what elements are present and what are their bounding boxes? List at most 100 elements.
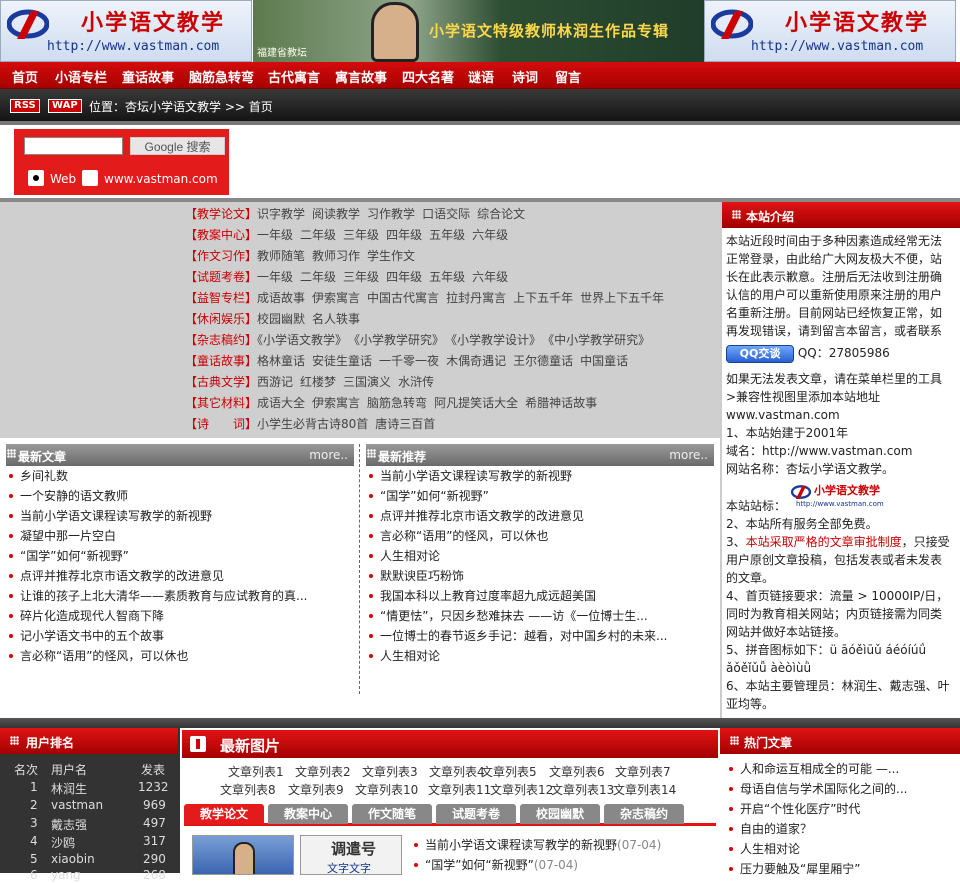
article-list-link[interactable]: 文章列表9 (288, 781, 344, 798)
category-link[interactable]: 中国古代寓言 (367, 291, 439, 305)
list-item[interactable]: 当前小学语文课程读写教学的新视野 (8, 507, 212, 527)
category-link[interactable]: 希腊神话故事 (525, 396, 597, 410)
list-item[interactable]: 乡间礼数 (8, 467, 68, 487)
table-row[interactable]: 3 戴志强 497 (0, 815, 178, 832)
category-link[interactable]: 四年级 (386, 270, 422, 284)
list-item[interactable]: 人生相对论 (368, 647, 440, 667)
category-link[interactable]: 阿凡提笑话大全 (434, 396, 518, 410)
category-link[interactable]: 教师习作 (312, 249, 360, 263)
table-row[interactable]: 1 林润生 1232 (0, 779, 178, 796)
article-list-link[interactable]: 文章列表3 (362, 763, 418, 780)
category-link[interactable]: 伊索寓言 (312, 291, 360, 305)
tab-magazine[interactable]: 杂志稿约 (604, 804, 684, 824)
list-item[interactable]: 母语自信与学术国际化之间的... (728, 780, 907, 800)
table-row[interactable]: 2 vastman 969 (0, 797, 178, 813)
nav-riddles[interactable]: 谜语 (468, 67, 494, 86)
nav-fairy-tales[interactable]: 童话故事 (122, 67, 174, 86)
category-link[interactable]: 脑筋急转弯 (367, 396, 427, 410)
table-row[interactable]: 4 沙鸥 317 (0, 833, 178, 850)
article-list-link[interactable]: 文章列表14 (613, 781, 676, 798)
category-key[interactable]: 【诗 词】 (185, 417, 257, 431)
article-list-link[interactable]: 文章列表8 (220, 781, 276, 798)
site-logo-left[interactable]: 小学语文教学 http://www.vastman.com (0, 0, 252, 62)
nav-riddles-quick[interactable]: 脑筋急转弯 (189, 67, 254, 86)
category-link[interactable]: 上下五千年 (513, 291, 573, 305)
article-list-link[interactable]: 文章列表12 (490, 781, 553, 798)
category-link[interactable]: 世界上下五千年 (580, 291, 664, 305)
category-link[interactable]: 安徒生童话 (312, 354, 372, 368)
category-link[interactable]: 口语交际 (422, 207, 470, 221)
category-link[interactable]: 四年级 (386, 228, 422, 242)
tab-campus-humor[interactable]: 校园幽默 (520, 804, 600, 824)
category-link[interactable]: 六年级 (472, 228, 508, 242)
category-link[interactable]: 一千零一夜 (379, 354, 439, 368)
list-item[interactable]: 言必称“语用”的怪风，可以休也 (368, 527, 548, 547)
list-item[interactable]: 凝望中那一片空白 (8, 527, 116, 547)
list-item[interactable]: 自由的道家？ (728, 820, 812, 840)
list-item[interactable]: 一位博士的春节返乡手记：越看，对中国乡村的未来... (368, 627, 667, 647)
category-key[interactable]: 【童话故事】 (185, 354, 257, 368)
google-search-button[interactable]: Google 搜索 (130, 137, 225, 155)
list-item[interactable]: 当前小学语文课程读写教学的新视野 (368, 467, 572, 487)
category-key[interactable]: 【杂志稿约】 (185, 333, 257, 347)
category-link[interactable]: 五年级 (429, 228, 465, 242)
nav-guestbook[interactable]: 留言 (555, 67, 581, 86)
nav-classics[interactable]: 四大名著 (402, 67, 454, 86)
article-list-link[interactable]: 文章列表4 (429, 763, 485, 780)
wap-badge[interactable]: WAP (48, 99, 82, 113)
category-link[interactable]: 木偶奇遇记 (446, 354, 506, 368)
list-item[interactable]: 让谁的孩子上北大清华——素质教育与应试教育的真... (8, 587, 307, 607)
category-link[interactable]: 成语故事 (257, 291, 305, 305)
latest-more-link[interactable]: more.. (309, 448, 348, 462)
list-item[interactable]: 点评并推荐北京市语文教学的改进意见 (8, 567, 224, 587)
nav-poetry[interactable]: 诗词 (512, 67, 538, 86)
recommend-more-link[interactable]: more.. (669, 448, 708, 462)
list-item[interactable]: “国学”如何“新视野” (369, 487, 489, 507)
category-link[interactable]: 一年级 (257, 228, 293, 242)
table-row[interactable]: 6 yang 268 (0, 867, 178, 883)
rss-badge[interactable]: RSS (10, 99, 40, 113)
article-list-link[interactable]: 文章列表5 (481, 763, 537, 780)
category-link[interactable]: 格林童话 (257, 354, 305, 368)
tab-exams[interactable]: 试题考卷 (436, 804, 516, 824)
category-key[interactable]: 【休闲娱乐】 (185, 312, 257, 326)
category-link[interactable]: 名人轶事 (312, 312, 360, 326)
article-list-link[interactable]: 文章列表11 (428, 781, 491, 798)
nav-home[interactable]: 首页 (12, 67, 38, 86)
category-link[interactable]: 五年级 (429, 270, 465, 284)
category-link[interactable]: 西游记 (257, 375, 293, 389)
category-link[interactable]: 三年级 (343, 228, 379, 242)
search-input[interactable] (24, 137, 123, 155)
category-link[interactable]: 中国童话 (580, 354, 628, 368)
tab-lesson-plans[interactable]: 教案中心 (268, 804, 348, 824)
category-link[interactable]: 唐诗三百首 (375, 417, 435, 431)
category-key[interactable]: 【古典文学】 (185, 375, 257, 389)
category-key[interactable]: 【益智专栏】 (185, 291, 257, 305)
list-item[interactable]: 开启“个性化医疗”时代 (728, 800, 860, 820)
tab-essays[interactable]: 作文随笔 (352, 804, 432, 824)
category-key[interactable]: 【作文习作】 (185, 249, 257, 263)
category-link[interactable]: 三年级 (343, 270, 379, 284)
radio-web[interactable] (28, 170, 44, 186)
radio-site[interactable] (82, 170, 98, 186)
list-item[interactable]: “情更怯”，只因乡愁难抹去 ——访《一位博士生... (369, 607, 648, 627)
category-key[interactable]: 【教案中心】 (185, 228, 257, 242)
category-link[interactable]: 校园幽默 (257, 312, 305, 326)
list-item[interactable]: 当前小学语文课程读写教学的新视野(07-04) (413, 836, 661, 856)
list-item[interactable]: “国学”如何“新视野”(07-04) (413, 856, 578, 876)
nav-ancient-fables[interactable]: 古代寓言 (268, 67, 320, 86)
list-item[interactable]: “国学”如何“新视野” (9, 547, 129, 567)
nav-column[interactable]: 小语专栏 (55, 67, 107, 86)
article-list-link[interactable]: 文章列表2 (295, 763, 351, 780)
category-key[interactable]: 【其它材料】 (185, 396, 257, 410)
list-item[interactable]: 默默谀臣巧粉饰 (368, 567, 464, 587)
category-link[interactable]: 教师随笔 (257, 249, 305, 263)
category-key[interactable]: 【试题考卷】 (185, 270, 257, 284)
qq-chat-button[interactable]: QQ交谈 (726, 344, 794, 363)
thumbnail-image[interactable] (192, 835, 294, 875)
article-list-link[interactable]: 文章列表7 (615, 763, 671, 780)
category-link[interactable]: 六年级 (472, 270, 508, 284)
list-item[interactable]: 我国本科以上教育过度率超九成远超美国 (368, 587, 596, 607)
category-link[interactable]: 《小学教学设计》 (451, 333, 541, 347)
category-link[interactable]: 习作教学 (367, 207, 415, 221)
